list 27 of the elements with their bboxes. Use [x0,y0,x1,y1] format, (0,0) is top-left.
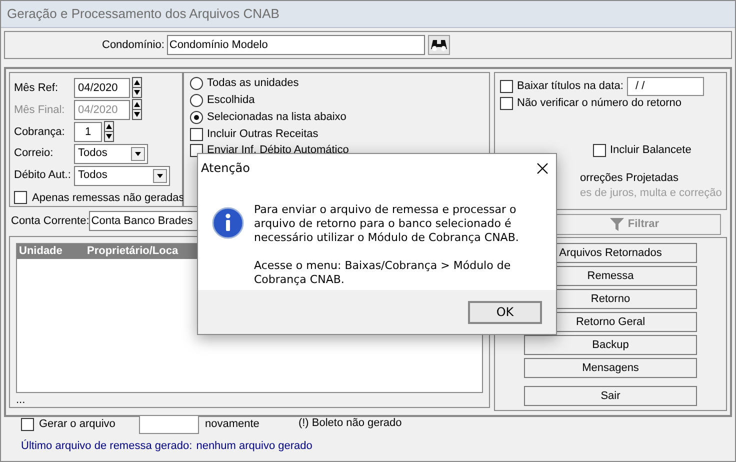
boleto-note: (!) Boleto não gerado [298,416,402,431]
dialog-message: Acesse o menu: Baixas/Cobrança > Módulo de Cobrança CNAB. [254,259,512,287]
field-label: Mês Ref: [14,80,60,96]
field-label: Correio: [14,146,54,162]
option-hint: es de juros, multa e correção [579,186,723,201]
checkbox-label: Incluir Outras Receitas [207,126,318,142]
radio-label: Escolhida [207,93,255,108]
checkbox-label: Gerar o arquivo [39,417,116,432]
radio-label: Todas as unidades [207,76,299,92]
radio-label: Selecionadas na lista abaixo [207,110,346,126]
field-label: Cobrança: [14,124,66,140]
checkbox-label: Enviar Inf. Débito Automático [207,142,349,158]
account-label: Conta Corrente: [11,214,90,229]
dialog-title: Atenção [201,160,250,177]
field-label: Débito Aut.: [14,168,72,184]
checkbox-label: Não verificar o número do retorno [517,96,682,111]
window-title-bar: Geração e Processamento dos Arquivos CNAB [1,1,735,28]
checkbox-label: Baixar títulos na data: [517,78,624,94]
field-label: Mês Final: [14,102,66,118]
checkbox-label: Apenas remessas não geradas [32,190,184,206]
checkbox-label: Incluir Balancete [610,142,692,158]
last-file-value: nenhum arquivo gerado [196,439,312,454]
list-footer: ... [16,393,483,407]
option-label: orreções Projetadas [579,171,680,185]
field-suffix: novamente [205,417,260,432]
condominio-label: Condomínio: [102,38,164,53]
last-file-label: Último arquivo de remessa gerado: [21,438,192,454]
